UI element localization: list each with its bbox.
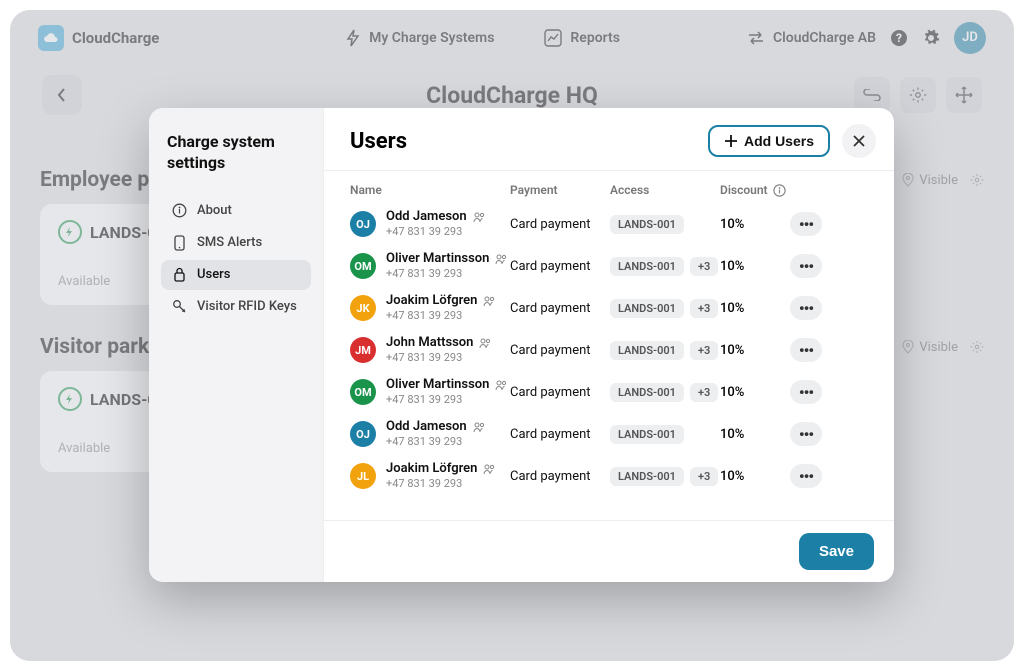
close-icon xyxy=(852,134,866,148)
table-row: OM Oliver Martinsson+47 831 39 293Card pa… xyxy=(350,245,876,287)
more-button[interactable]: ••• xyxy=(790,464,822,488)
key-icon xyxy=(171,299,187,315)
user-name: Oliver Martinsson xyxy=(386,251,489,267)
avatar: JK xyxy=(350,295,376,321)
table-row: OJ Odd Jameson+47 831 39 293 Card paymentL… xyxy=(350,413,876,455)
avatar: JL xyxy=(350,463,376,489)
more-button[interactable]: ••• xyxy=(790,212,822,236)
people-icon xyxy=(479,338,491,349)
close-button[interactable] xyxy=(842,124,876,158)
payment: Card payment xyxy=(510,259,610,274)
user-phone: +47 831 39 293 xyxy=(386,225,485,239)
discount: 10% xyxy=(720,469,790,484)
access-tag: LANDS-001 xyxy=(610,467,684,486)
modal-footer: Save xyxy=(324,520,894,582)
discount: 10% xyxy=(720,343,790,358)
user-name: Joakim Löfgren xyxy=(386,293,477,309)
phone-icon xyxy=(171,235,187,251)
avatar: JM xyxy=(350,337,376,363)
people-icon xyxy=(483,464,495,475)
more-button[interactable]: ••• xyxy=(790,254,822,278)
people-icon xyxy=(473,422,485,433)
sidebar-item-label: SMS Alerts xyxy=(197,235,262,250)
more-button[interactable]: ••• xyxy=(790,422,822,446)
col-access: Access xyxy=(610,183,720,197)
table-row: JK Joakim Löfgren+47 831 39 293 Card payme… xyxy=(350,287,876,329)
sidebar-item-label: Visitor RFID Keys xyxy=(197,299,297,314)
sidebar-item-label: Users xyxy=(197,267,230,282)
discount: 10% xyxy=(720,385,790,400)
table-row: OJ Odd Jameson+47 831 39 293 Card paymentL… xyxy=(350,203,876,245)
access-tag: LANDS-001 xyxy=(610,341,684,360)
sidebar-item-users[interactable]: Users xyxy=(161,260,311,290)
table-header: Name Payment Access Discount xyxy=(350,179,876,203)
user-name: Oliver Martinsson xyxy=(386,377,489,393)
modal-title: Users xyxy=(350,129,708,154)
people-icon xyxy=(495,380,507,391)
people-icon xyxy=(473,212,485,223)
avatar: OM xyxy=(350,379,376,405)
payment: Card payment xyxy=(510,469,610,484)
discount: 10% xyxy=(720,427,790,442)
access-extra: +3 xyxy=(690,299,718,318)
access-tag: LANDS-001 xyxy=(610,257,684,276)
plus-icon xyxy=(724,134,738,148)
access-extra: +3 xyxy=(690,383,718,402)
user-phone: +47 831 39 293 xyxy=(386,351,491,365)
user-name: Odd Jameson xyxy=(386,209,467,225)
settings-modal: Charge system settings About SMS Alerts Us… xyxy=(149,108,894,582)
users-table: Name Payment Access Discount OJ Odd James… xyxy=(324,171,894,520)
modal-sidebar: Charge system settings About SMS Alerts Us… xyxy=(149,108,324,582)
access-extra: +3 xyxy=(690,467,718,486)
payment: Card payment xyxy=(510,427,610,442)
sidebar-item-label: About xyxy=(197,203,232,218)
discount: 10% xyxy=(720,217,790,232)
add-users-button[interactable]: Add Users xyxy=(708,125,830,157)
people-icon xyxy=(495,254,507,265)
modal-header: Users Add Users xyxy=(324,108,894,171)
avatar: OJ xyxy=(350,211,376,237)
access-tag: LANDS-001 xyxy=(610,299,684,318)
modal-sidebar-title: Charge system settings xyxy=(167,132,305,174)
payment: Card payment xyxy=(510,385,610,400)
more-button[interactable]: ••• xyxy=(790,380,822,404)
discount: 10% xyxy=(720,259,790,274)
user-phone: +47 831 39 293 xyxy=(386,435,485,449)
payment: Card payment xyxy=(510,301,610,316)
table-row: JM John Mattsson+47 831 39 293 Card paymen… xyxy=(350,329,876,371)
user-name: Odd Jameson xyxy=(386,419,467,435)
access-extra: +3 xyxy=(690,257,718,276)
user-phone: +47 831 39 293 xyxy=(386,267,507,281)
table-row: JL Joakim Löfgren+47 831 39 293 Card payme… xyxy=(350,455,876,497)
user-phone: +47 831 39 293 xyxy=(386,393,507,407)
info-icon xyxy=(171,203,187,219)
user-phone: +47 831 39 293 xyxy=(386,477,495,491)
payment: Card payment xyxy=(510,217,610,232)
more-button[interactable]: ••• xyxy=(790,296,822,320)
payment: Card payment xyxy=(510,343,610,358)
people-icon xyxy=(483,296,495,307)
table-row: OM Oliver Martinsson+47 831 39 293Card pa… xyxy=(350,371,876,413)
access-tag: LANDS-001 xyxy=(610,383,684,402)
sidebar-item-sms-alerts[interactable]: SMS Alerts xyxy=(161,228,311,258)
info-icon[interactable] xyxy=(773,184,786,197)
sidebar-item-about[interactable]: About xyxy=(161,196,311,226)
save-button[interactable]: Save xyxy=(799,533,874,570)
col-name: Name xyxy=(350,183,510,197)
user-phone: +47 831 39 293 xyxy=(386,309,495,323)
col-discount: Discount xyxy=(720,183,790,197)
more-button[interactable]: ••• xyxy=(790,338,822,362)
avatar: OJ xyxy=(350,421,376,447)
lock-icon xyxy=(171,267,187,283)
discount: 10% xyxy=(720,301,790,316)
user-name: John Mattsson xyxy=(386,335,473,351)
user-name: Joakim Löfgren xyxy=(386,461,477,477)
sidebar-item-visitor-rfid-keys[interactable]: Visitor RFID Keys xyxy=(161,292,311,322)
avatar: OM xyxy=(350,253,376,279)
access-tag: LANDS-001 xyxy=(610,425,684,444)
access-extra: +3 xyxy=(690,341,718,360)
access-tag: LANDS-001 xyxy=(610,215,684,234)
col-payment: Payment xyxy=(510,183,610,197)
